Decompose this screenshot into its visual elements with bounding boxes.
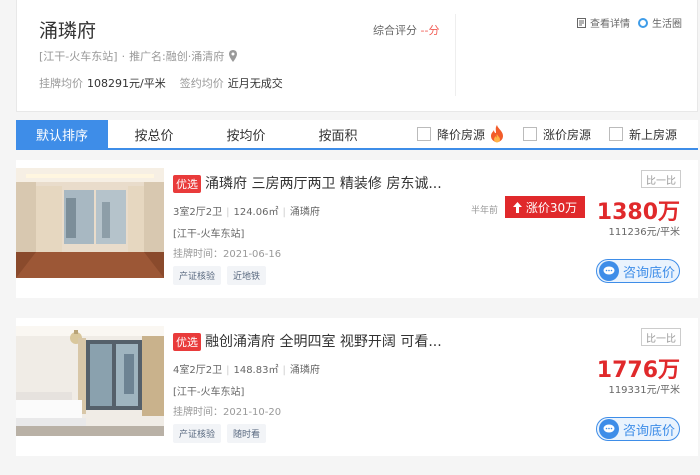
filter-new-listing[interactable]: 新上房源 [609,126,677,143]
sub-separator: · [121,49,126,63]
listing-photo[interactable] [16,168,164,278]
tag-view-anytime: 随时看 [227,424,267,443]
life-circle-icon [638,17,648,28]
listing-card[interactable]: 优选 融创涌清府 全明四室 视野开阔 可看... 4室2厅2卫 | 148.83㎡ |… [16,318,698,456]
community-header: 涌璘府 [江干-火车东站] · 推广名:融创·涌清府 挂牌均价 108291元/… [16,0,698,112]
price-summary: 挂牌均价 108291元/平米 签约均价 近月无成交 [39,75,293,91]
total-price: 1380万 [596,200,680,225]
divider [455,14,456,96]
header-links: 查看详情 生活圈 [577,15,682,30]
meta-separator: | [282,207,286,218]
listing-card[interactable]: 优选 涌璘府 三房两厅两卫 精装修 房东诚... 3室2厅2卫 | 124.06㎡ |… [16,160,698,298]
tag-verified: 产证核验 [173,424,222,443]
compare-button[interactable]: 比一比 [641,170,681,188]
life-circle-link[interactable]: 生活圈 [652,15,682,30]
tag-near-metro: 近地铁 [227,266,267,285]
listing-photo[interactable] [16,326,164,436]
map-pin-icon[interactable] [228,50,238,62]
score-value: --分 [420,24,440,37]
preferred-badge: 优选 [173,333,201,351]
filter-price-drop-label: 降价房源 [437,127,486,142]
consult-price-label: 咨询底价 [623,423,676,439]
listing-layout: 3室2厅2卫 [173,207,223,218]
community-subtitle: [江干-火车东站] · 推广名:融创·涌清府 [39,48,238,64]
community-promo-name: 推广名:融创·涌清府 [129,50,225,63]
preferred-badge: 优选 [173,175,201,193]
avg-price-label: 挂牌均价 [39,77,83,90]
sort-bar: 默认排序 按总价 按均价 按面积 降价房源 涨价房源 新上房源 [16,120,698,150]
meta-separator: | [226,207,230,218]
listing-location[interactable]: [江干-火车东站] [173,383,244,398]
community-title: 涌璘府 [39,20,97,42]
unit-price: 119331元/平米 [608,385,680,396]
score-label: 综合评分 [373,24,417,37]
consult-price-label: 咨询底价 [623,265,676,281]
compare-button[interactable]: 比一比 [641,328,681,346]
listing-title[interactable]: 融创涌清府 全明四室 视野开阔 可看... [205,331,442,351]
price-change-time: 半年前 [471,206,499,216]
price-rise-text: 涨价30万 [525,200,578,215]
sort-tab-area[interactable]: 按面积 [292,120,384,148]
filter-price-rise-label: 涨价房源 [543,127,592,142]
sign-price-label: 签约均价 [179,77,224,90]
consult-price-button[interactable]: 咨询底价 [596,259,680,283]
listing-meta: 3室2厅2卫 | 124.06㎡ | 涌璘府 [173,203,320,218]
sort-tab-default[interactable]: 默认排序 [16,120,108,148]
meta-separator: | [226,365,230,376]
filter-price-drop[interactable]: 降价房源 [417,125,505,143]
listing-layout: 4室2厅2卫 [173,365,223,376]
listing-area: 148.83㎡ [233,365,279,376]
tag-verified: 产证核验 [173,266,222,285]
sort-tab-unit-price[interactable]: 按均价 [200,120,292,148]
listing-area: 124.06㎡ [233,207,279,218]
listing-community[interactable]: 涌璘府 [290,207,320,218]
community-location[interactable]: [江干-火车东站] [39,48,118,64]
filter-price-rise[interactable]: 涨价房源 [523,126,591,143]
filter-group: 降价房源 涨价房源 新上房源 [417,120,695,148]
price-rise-checkbox[interactable] [523,127,538,141]
filter-new-listing-label: 新上房源 [629,127,678,142]
listing-location[interactable]: [江干-火车东站] [173,225,244,240]
listing-meta: 4室2厅2卫 | 148.83㎡ | 涌璘府 [173,361,320,376]
avg-price-value: 108291元/平米 [87,77,166,90]
sign-price-value: 近月无成交 [227,77,283,90]
listing-tags: 产证核验 近地铁 [173,266,267,285]
price-drop-checkbox[interactable] [417,127,431,141]
meta-separator: | [282,365,286,376]
listing-title[interactable]: 涌璘府 三房两厅两卫 精装修 房东诚... [205,173,442,193]
unit-price: 111236元/平米 [608,227,680,238]
chat-icon [599,261,619,281]
sort-tab-total-price[interactable]: 按总价 [108,120,200,148]
price-rise-badge: 涨价30万 [505,196,585,218]
listing-tags: 产证核验 随时看 [173,424,267,443]
overall-score: 综合评分 --分 [373,22,439,38]
listing-date: 挂牌时间：2021-06-16 [173,249,282,260]
listing-community[interactable]: 涌璘府 [290,365,320,376]
consult-price-button[interactable]: 咨询底价 [596,417,680,441]
total-price: 1776万 [596,358,680,383]
chat-icon [599,419,619,439]
listing-date: 挂牌时间：2021-10-20 [173,407,282,418]
new-listing-checkbox[interactable] [609,127,624,141]
fire-icon [491,125,504,143]
view-details-link[interactable]: 查看详情 [590,15,630,30]
arrow-up-icon [512,201,522,213]
document-icon [577,17,586,28]
